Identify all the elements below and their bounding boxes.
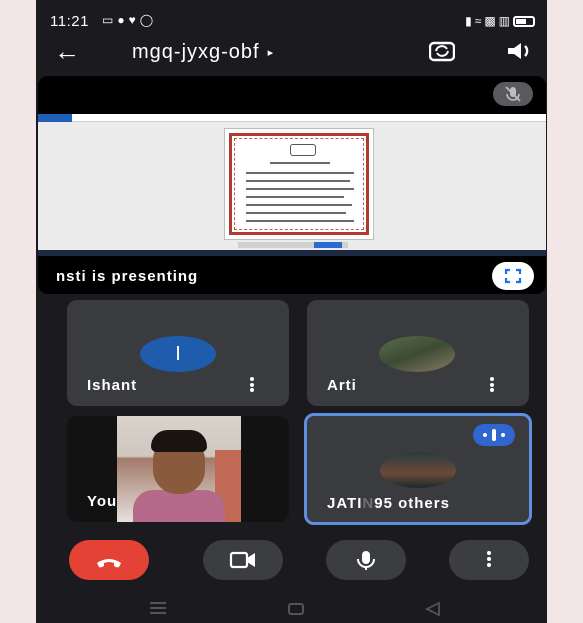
video-person-hair xyxy=(151,430,207,452)
more-vert-icon[interactable] xyxy=(490,377,495,392)
doc-text-line xyxy=(246,212,346,214)
signal-icon: ▥ xyxy=(498,14,513,28)
heart-icon: ♥ xyxy=(128,13,140,27)
whatsapp-icon: ◯ xyxy=(139,13,158,27)
camera-button[interactable] xyxy=(203,540,283,580)
shared-screen xyxy=(38,114,546,256)
participant-tile-arti[interactable]: Arti xyxy=(307,300,529,406)
participant-tile-self[interactable]: You xyxy=(67,416,289,522)
fullscreen-button[interactable] xyxy=(492,262,534,290)
meet-screen: 11:21 ▭●♥◯ ▮≈▩▥ ← mgq-jyxg-obf ▸ nsti is… xyxy=(36,0,547,623)
vibrate-icon: ▮ xyxy=(465,14,475,28)
microphone-icon xyxy=(357,551,375,570)
shared-pager xyxy=(238,242,348,248)
more-vert-icon[interactable] xyxy=(250,377,255,392)
self-video xyxy=(117,416,241,522)
volte-icon: ▩ xyxy=(484,14,499,28)
doc-text-line xyxy=(246,180,350,182)
back-arrow-icon[interactable]: ← xyxy=(54,36,80,66)
participant-name: Ishant xyxy=(87,377,138,394)
status-time: 11:21 xyxy=(50,13,89,30)
system-nav-bar xyxy=(36,596,547,623)
back-triangle-icon[interactable] xyxy=(424,601,442,617)
document-emblem xyxy=(290,144,316,156)
others-count: 95 others xyxy=(374,495,450,512)
meeting-code-text: mgq-jyxg-obf xyxy=(132,41,260,63)
shared-document xyxy=(224,128,374,240)
document-border xyxy=(229,133,369,235)
shared-pager-active xyxy=(314,242,342,248)
doc-text-line xyxy=(246,172,354,174)
doc-heading-line xyxy=(270,162,330,164)
caret-right-icon: ▸ xyxy=(267,47,275,59)
avatar xyxy=(380,452,456,488)
others-name-visible: JATI xyxy=(327,495,363,512)
fullscreen-icon xyxy=(504,268,522,284)
doc-text-line xyxy=(246,220,354,222)
cast-icon: ▭ xyxy=(102,13,118,27)
others-name-faded: N xyxy=(362,495,375,512)
notification-icons: ▭●♥◯ xyxy=(102,13,157,27)
participant-name: Arti xyxy=(327,377,357,394)
meeting-code[interactable]: mgq-jyxg-obf ▸ xyxy=(132,41,274,64)
doc-text-line xyxy=(246,188,354,190)
mic-off-glyph xyxy=(505,86,521,102)
mic-off-icon xyxy=(493,82,533,106)
hang-up-icon xyxy=(97,559,121,568)
avatar: I xyxy=(140,336,216,372)
others-label: JATIN95 others xyxy=(327,495,450,512)
shared-toolbar xyxy=(38,114,546,122)
others-tile[interactable]: JATIN95 others xyxy=(304,413,532,525)
wifi-icon: ≈ xyxy=(474,14,485,28)
microphone-button[interactable] xyxy=(326,540,406,580)
system-icons: ▮≈▩▥ xyxy=(465,14,535,28)
doc-text-line xyxy=(246,204,352,206)
shared-taskbar xyxy=(38,250,546,256)
end-call-button[interactable] xyxy=(69,540,149,580)
more-options-button[interactable] xyxy=(449,540,529,580)
shared-app-badge xyxy=(38,114,72,122)
chat-icon: ● xyxy=(117,13,129,27)
participant-tile-ishant[interactable]: I Ishant xyxy=(67,300,289,406)
switch-camera-icon[interactable] xyxy=(429,40,455,62)
more-vert-icon xyxy=(487,551,492,569)
camera-icon xyxy=(229,551,255,569)
speaker-icon[interactable] xyxy=(506,40,534,62)
video-person-body xyxy=(133,490,225,522)
presenter-label: nsti is presenting xyxy=(56,268,199,285)
battery-icon xyxy=(513,16,535,28)
home-icon[interactable] xyxy=(288,603,304,615)
status-bar: 11:21 ▭●♥◯ ▮≈▩▥ xyxy=(36,8,547,34)
speaking-icon xyxy=(473,424,515,446)
recents-icon[interactable] xyxy=(150,602,166,614)
meeting-header: ← mgq-jyxg-obf ▸ xyxy=(36,36,547,70)
participant-name: You xyxy=(87,493,118,510)
doc-text-line xyxy=(246,196,344,198)
presentation-tile[interactable]: nsti is presenting xyxy=(38,76,546,294)
avatar xyxy=(379,336,455,372)
